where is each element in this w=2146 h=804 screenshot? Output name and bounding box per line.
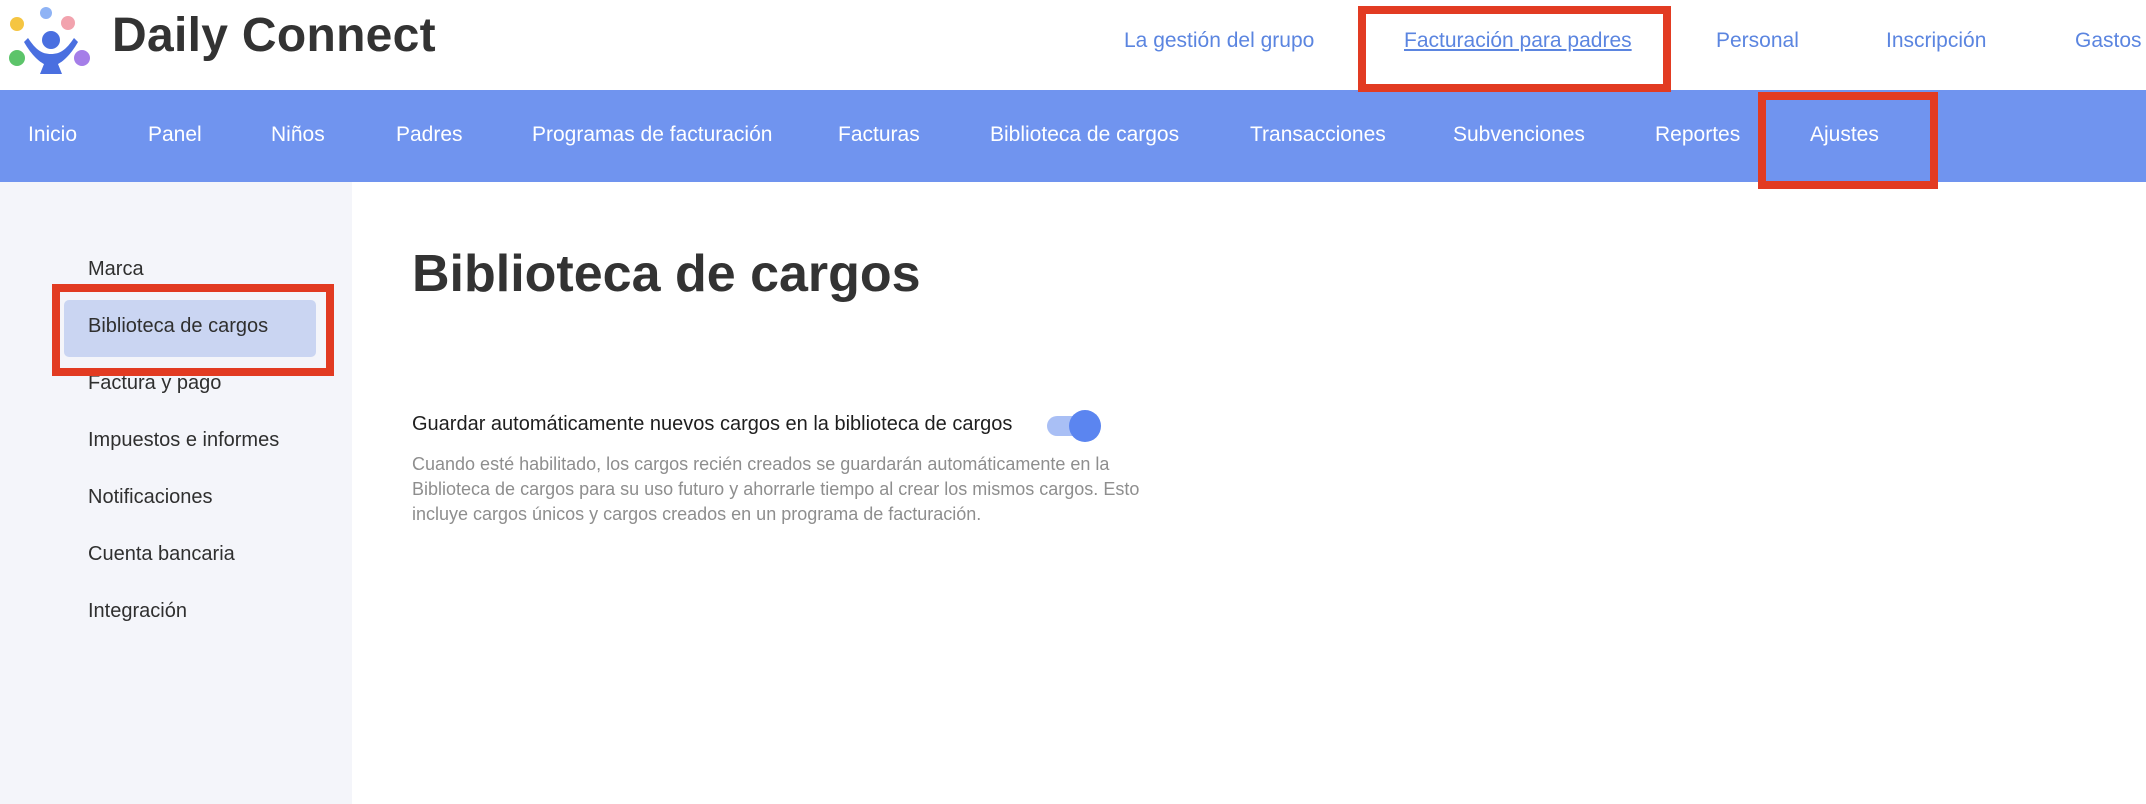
main-nav-bar: Inicio Panel Niños Padres Programas de f… <box>0 90 2146 182</box>
top-nav-staff[interactable]: Personal <box>1716 29 1799 53</box>
auto-save-setting-label: Guardar automáticamente nuevos cargos en… <box>412 413 1013 435</box>
nav-item-billing-programs[interactable]: Programas de facturación <box>532 123 772 147</box>
top-header: Daily Connect La gestión del grupo Factu… <box>0 0 2146 90</box>
top-nav-parent-billing[interactable]: Facturación para padres <box>1404 29 1632 53</box>
auto-save-toggle[interactable] <box>1045 410 1101 442</box>
sidebar-item-notifications[interactable]: Notificaciones <box>88 486 213 509</box>
sidebar-item-integration[interactable]: Integración <box>88 600 187 623</box>
sidebar-item-bank-account[interactable]: Cuenta bancaria <box>88 543 235 566</box>
nav-item-transactions[interactable]: Transacciones <box>1250 123 1386 147</box>
settings-sidebar: Marca Biblioteca de cargos Factura y pag… <box>0 182 352 804</box>
brand-name[interactable]: Daily Connect <box>112 8 436 63</box>
nav-item-invoices[interactable]: Facturas <box>838 123 920 147</box>
auto-save-setting-description: Cuando esté habilitado, los cargos recié… <box>412 454 1140 524</box>
toggle-knob <box>1069 410 1101 442</box>
sidebar-item-taxes-reports[interactable]: Impuestos e informes <box>88 429 279 452</box>
top-nav-enrollment[interactable]: Inscripción <box>1886 29 1986 53</box>
nav-item-charge-library[interactable]: Biblioteca de cargos <box>990 123 1179 147</box>
nav-item-subsidies[interactable]: Subvenciones <box>1453 123 1585 147</box>
top-nav-group-management[interactable]: La gestión del grupo <box>1124 29 1314 53</box>
daily-connect-logo-icon[interactable] <box>6 4 94 74</box>
nav-item-dashboard[interactable]: Panel <box>148 123 202 147</box>
nav-item-home[interactable]: Inicio <box>28 123 77 147</box>
sidebar-item-invoice-payment[interactable]: Factura y pago <box>88 372 221 395</box>
top-nav-expenses[interactable]: Gastos <box>2075 29 2142 53</box>
nav-item-parents[interactable]: Padres <box>396 123 463 147</box>
sidebar-item-branding[interactable]: Marca <box>88 258 144 281</box>
nav-item-children[interactable]: Niños <box>271 123 325 147</box>
nav-item-settings[interactable]: Ajustes <box>1810 123 1879 147</box>
nav-item-reports[interactable]: Reportes <box>1655 123 1740 147</box>
sidebar-item-charge-library[interactable]: Biblioteca de cargos <box>88 315 268 338</box>
page-title: Biblioteca de cargos <box>412 245 921 303</box>
